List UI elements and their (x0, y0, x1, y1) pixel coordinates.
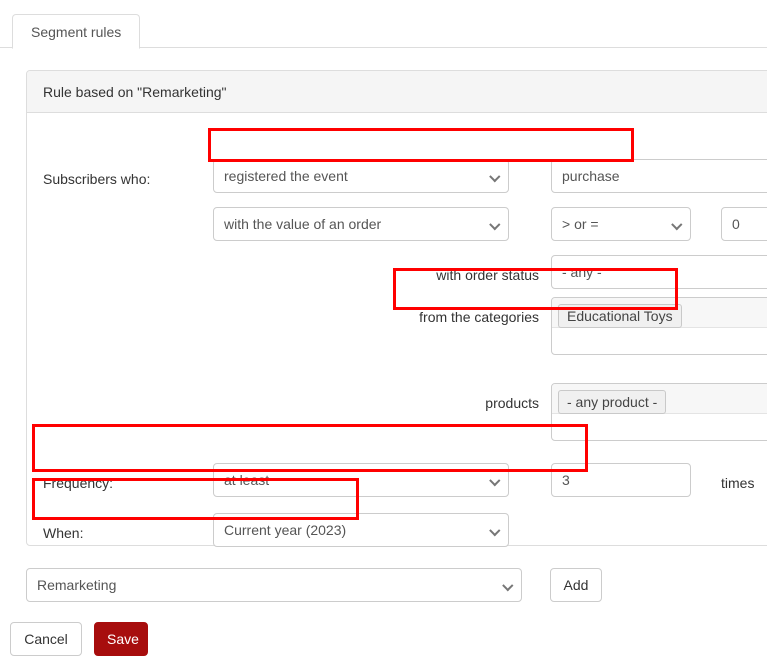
rule-panel: Rule based on "Remarketing" Subscribers … (26, 70, 767, 547)
order-value-operator-select[interactable]: > or = (551, 207, 691, 241)
products-multiselect[interactable]: - any product - (551, 383, 767, 441)
order-status-select[interactable]: - any - (551, 255, 767, 289)
panel-heading-text: Rule based on "Remarketing" (43, 84, 227, 100)
tab-label: Segment rules (31, 24, 122, 40)
event-name-input[interactable]: purchase (551, 159, 767, 193)
save-label: Save (107, 631, 139, 647)
frequency-count-input[interactable]: 3 (551, 463, 691, 497)
chevron-down-icon (672, 221, 681, 227)
order-value-operator-value: > or = (562, 216, 599, 232)
panel-heading: Rule based on "Remarketing" (27, 71, 767, 113)
add-rule-button[interactable]: Add (550, 568, 602, 602)
when-select[interactable]: Current year (2023) (213, 513, 509, 547)
cancel-button[interactable]: Cancel (10, 622, 82, 656)
rule-type-select[interactable]: Remarketing (26, 568, 522, 602)
products-label: products (485, 395, 539, 411)
cancel-label: Cancel (24, 631, 68, 647)
chevron-down-icon (490, 221, 499, 227)
event-name-value: purchase (562, 168, 620, 184)
chevron-down-icon (503, 582, 512, 588)
chevron-down-icon (490, 527, 499, 533)
when-label: When: (43, 525, 84, 541)
product-tag[interactable]: - any product - (558, 390, 667, 414)
when-value: Current year (2023) (224, 522, 347, 538)
frequency-operator-value: at least (224, 472, 270, 488)
order-status-value: - any - (562, 264, 602, 280)
frequency-unit-label: times (721, 475, 755, 491)
order-status-label: with order status (436, 267, 539, 283)
frequency-count-value: 3 (562, 472, 570, 488)
frequency-operator-select[interactable]: at least (213, 463, 509, 497)
order-value-amount-input[interactable]: 0 (721, 207, 767, 241)
save-button[interactable]: Save (94, 622, 148, 656)
segment-rules-page: Segment rules Rule based on "Remarketing… (0, 0, 767, 660)
categories-label: from the categories (419, 309, 539, 325)
categories-multiselect[interactable]: Educational Toys (551, 297, 767, 355)
order-value-condition-value: with the value of an order (224, 216, 382, 232)
chevron-down-icon (490, 173, 499, 179)
order-value-condition-select[interactable]: with the value of an order (213, 207, 509, 241)
add-rule-label: Add (563, 577, 589, 593)
subscriber-action-value: registered the event (224, 168, 348, 184)
order-value-amount-value: 0 (732, 216, 740, 232)
subscriber-action-select[interactable]: registered the event (213, 159, 509, 193)
subscribers-who-label: Subscribers who: (43, 171, 151, 187)
tab-strip: Segment rules (0, 14, 767, 49)
frequency-label: Frequency: (43, 475, 114, 491)
category-tag[interactable]: Educational Toys (558, 304, 682, 328)
tab-segment-rules[interactable]: Segment rules (12, 14, 141, 49)
panel-body: Subscribers who: registered the event pu… (27, 113, 767, 547)
rule-type-value: Remarketing (37, 577, 117, 593)
chevron-down-icon (490, 477, 499, 483)
